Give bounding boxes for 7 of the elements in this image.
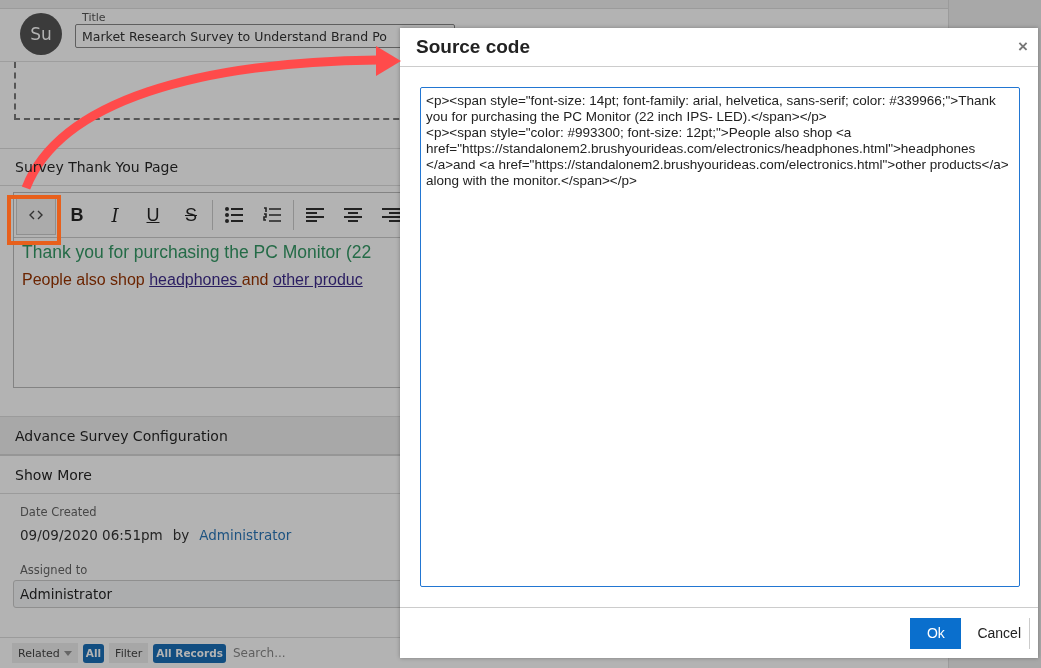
date-value: 09/09/2020 06:51pm [20, 527, 163, 543]
title-label: Title [82, 11, 107, 24]
editor-paragraph: Thank you for purchasing the PC Monitor (22 [22, 242, 373, 263]
avatar: Su [20, 13, 62, 55]
by-label: by [172, 527, 190, 543]
field-label: Date Created [20, 505, 98, 519]
field-label: Assigned to [20, 563, 89, 577]
